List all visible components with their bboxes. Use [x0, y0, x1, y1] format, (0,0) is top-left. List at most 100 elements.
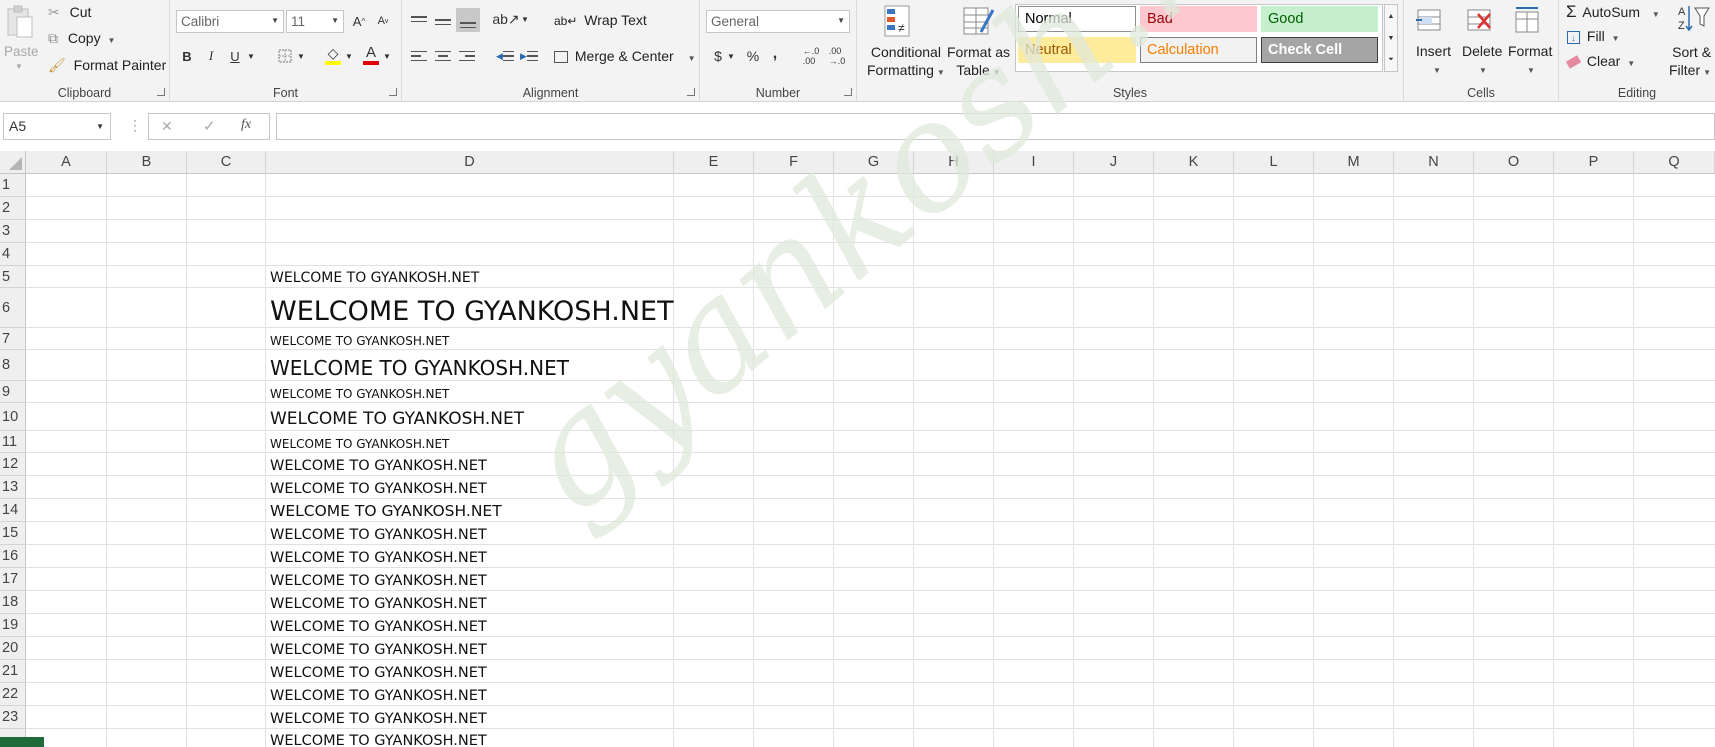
paste-icon[interactable]	[5, 3, 35, 43]
insert-function-icon[interactable]: fx	[241, 117, 251, 133]
bold-button[interactable]: B	[176, 45, 198, 67]
font-color-icon[interactable]: A	[360, 43, 382, 67]
enter-icon[interactable]: ✓	[203, 117, 216, 135]
row-header-7[interactable]: 7	[0, 328, 26, 350]
orientation-dropdown-icon[interactable]: ▼	[520, 8, 530, 30]
row-header-19[interactable]: 19	[0, 614, 26, 637]
copy-button[interactable]: ⧉ Copy ▼	[48, 30, 115, 47]
style-bad[interactable]: Bad	[1140, 6, 1257, 32]
style-normal[interactable]: Normal	[1018, 6, 1136, 32]
style-neutral[interactable]: Neutral	[1018, 37, 1136, 63]
borders-icon[interactable]	[274, 45, 296, 67]
delete-button[interactable]: Delete	[1462, 43, 1502, 59]
insert-cells-icon[interactable]	[1414, 4, 1446, 40]
style-good[interactable]: Good	[1261, 6, 1378, 32]
top-align-icon[interactable]	[408, 8, 430, 30]
font-size-combo[interactable]: 11 ▼	[286, 10, 344, 33]
currency-dropdown-icon[interactable]: ▼	[726, 45, 736, 67]
delete-dropdown-icon[interactable]: ▼	[1479, 66, 1487, 75]
cell-d18[interactable]: WELCOME TO GYANKOSH.NET	[270, 596, 487, 612]
font-color-dropdown-icon[interactable]: ▼	[382, 45, 392, 67]
clear-dropdown-icon[interactable]: ▼	[1627, 59, 1635, 68]
align-left-icon[interactable]	[408, 45, 430, 67]
row-header-12[interactable]: 12	[0, 453, 26, 476]
cancel-icon[interactable]: ✕	[161, 118, 173, 135]
column-header-g[interactable]: G	[834, 151, 914, 174]
row-header-15[interactable]: 15	[0, 522, 26, 545]
style-check-cell[interactable]: Check Cell	[1261, 37, 1378, 63]
underline-button[interactable]: U	[224, 45, 246, 67]
autosum-dropdown-icon[interactable]: ▼	[1652, 10, 1660, 19]
increase-font-size-icon[interactable]: A ^	[348, 10, 370, 32]
row-header-23[interactable]: 23	[0, 706, 26, 729]
scroll-up-icon[interactable]: ▲	[1385, 5, 1397, 27]
middle-align-icon[interactable]	[432, 8, 454, 30]
style-calculation[interactable]: Calculation	[1140, 37, 1257, 63]
percent-button[interactable]: %	[744, 45, 762, 67]
increase-decimal-icon[interactable]: ←.0.00	[800, 45, 822, 67]
row-header-21[interactable]: 21	[0, 660, 26, 683]
decrease-indent-icon[interactable]: ◀	[494, 45, 516, 67]
font-name-combo[interactable]: Calibri ▼	[176, 10, 284, 33]
align-center-icon[interactable]	[432, 45, 454, 67]
bottom-align-icon[interactable]	[456, 8, 480, 32]
cell-d22[interactable]: WELCOME TO GYANKOSH.NET	[270, 688, 487, 704]
row-header-3[interactable]: 3	[0, 220, 26, 243]
cell-d8[interactable]: WELCOME TO GYANKOSH.NET	[270, 358, 569, 378]
fill-dropdown-icon[interactable]: ▼	[1612, 34, 1620, 43]
row-header-6[interactable]: 6	[0, 288, 26, 328]
cell-d20[interactable]: WELCOME TO GYANKOSH.NET	[270, 642, 487, 658]
cell-d13[interactable]: WELCOME TO GYANKOSH.NET	[270, 481, 487, 497]
decrease-decimal-icon[interactable]: .00 →.0	[826, 45, 848, 67]
column-header-a[interactable]: A	[26, 151, 107, 174]
sort-filter-button[interactable]: Sort & Filter ▼	[1669, 43, 1711, 82]
column-header-q[interactable]: Q	[1634, 151, 1715, 174]
borders-dropdown-icon[interactable]: ▼	[296, 45, 306, 67]
cell-d11[interactable]: WELCOME TO GYANKOSH.NET	[270, 438, 449, 450]
fill-color-dropdown-icon[interactable]: ▼	[344, 45, 354, 67]
row-header-5[interactable]: 5	[0, 266, 26, 288]
decrease-font-size-icon[interactable]: Av	[372, 10, 394, 32]
row-header-20[interactable]: 20	[0, 637, 26, 660]
row-header-22[interactable]: 22	[0, 683, 26, 706]
format-as-table-button[interactable]: Format as Table ▼	[947, 43, 1010, 82]
currency-button[interactable]: $	[710, 45, 726, 67]
number-format-combo[interactable]: General ▼	[706, 10, 850, 33]
underline-dropdown-icon[interactable]: ▼	[246, 45, 256, 67]
name-box[interactable]: A5 ▼	[3, 113, 111, 140]
row-header-1[interactable]: 1	[0, 174, 26, 197]
cell-d5[interactable]: WELCOME TO GYANKOSH.NET	[270, 271, 479, 285]
column-header-j[interactable]: J	[1074, 151, 1154, 174]
row-header-14[interactable]: 14	[0, 499, 26, 522]
cell-d6[interactable]: WELCOME TO GYANKOSH.NET	[270, 298, 674, 325]
cell-d16[interactable]: WELCOME TO GYANKOSH.NET	[270, 550, 487, 566]
merge-center-button[interactable]: Merge & Center ▼	[554, 48, 696, 64]
alignment-launcher-icon[interactable]	[687, 88, 695, 96]
align-right-icon[interactable]	[456, 45, 478, 67]
sort-filter-icon[interactable]: AZ	[1677, 2, 1711, 38]
column-header-p[interactable]: P	[1554, 151, 1634, 174]
column-header-f[interactable]: F	[754, 151, 834, 174]
row-header-4[interactable]: 4	[0, 243, 26, 266]
row-header-11[interactable]: 11	[0, 431, 26, 453]
increase-indent-icon[interactable]: ▶	[518, 45, 540, 67]
paste-dropdown-icon[interactable]: ▼	[15, 62, 23, 71]
cell-d10[interactable]: WELCOME TO GYANKOSH.NET	[270, 411, 524, 428]
row-header-13[interactable]: 13	[0, 476, 26, 499]
format-as-table-icon[interactable]	[961, 4, 995, 40]
cell-d14[interactable]: WELCOME TO GYANKOSH.NET	[270, 503, 502, 520]
column-header-h[interactable]: H	[914, 151, 994, 174]
insert-dropdown-icon[interactable]: ▼	[1433, 66, 1441, 75]
cut-button[interactable]: ✂ Cut	[48, 4, 91, 21]
row-header-18[interactable]: 18	[0, 591, 26, 614]
format-painter-button[interactable]: 🖌 Format Painter	[48, 57, 166, 74]
fill-color-icon[interactable]: ◇	[322, 43, 344, 67]
cell-d9[interactable]: WELCOME TO GYANKOSH.NET	[270, 388, 449, 400]
column-header-l[interactable]: L	[1234, 151, 1314, 174]
wrap-text-button[interactable]: ab↵ Wrap Text	[554, 12, 647, 28]
fill-button[interactable]: ↓ Fill ▼	[1567, 28, 1620, 44]
autosum-button[interactable]: Σ AutoSum ▼	[1566, 2, 1660, 22]
cell-d19[interactable]: WELCOME TO GYANKOSH.NET	[270, 619, 487, 635]
column-header-d[interactable]: D	[266, 151, 674, 174]
row-header-16[interactable]: 16	[0, 545, 26, 568]
